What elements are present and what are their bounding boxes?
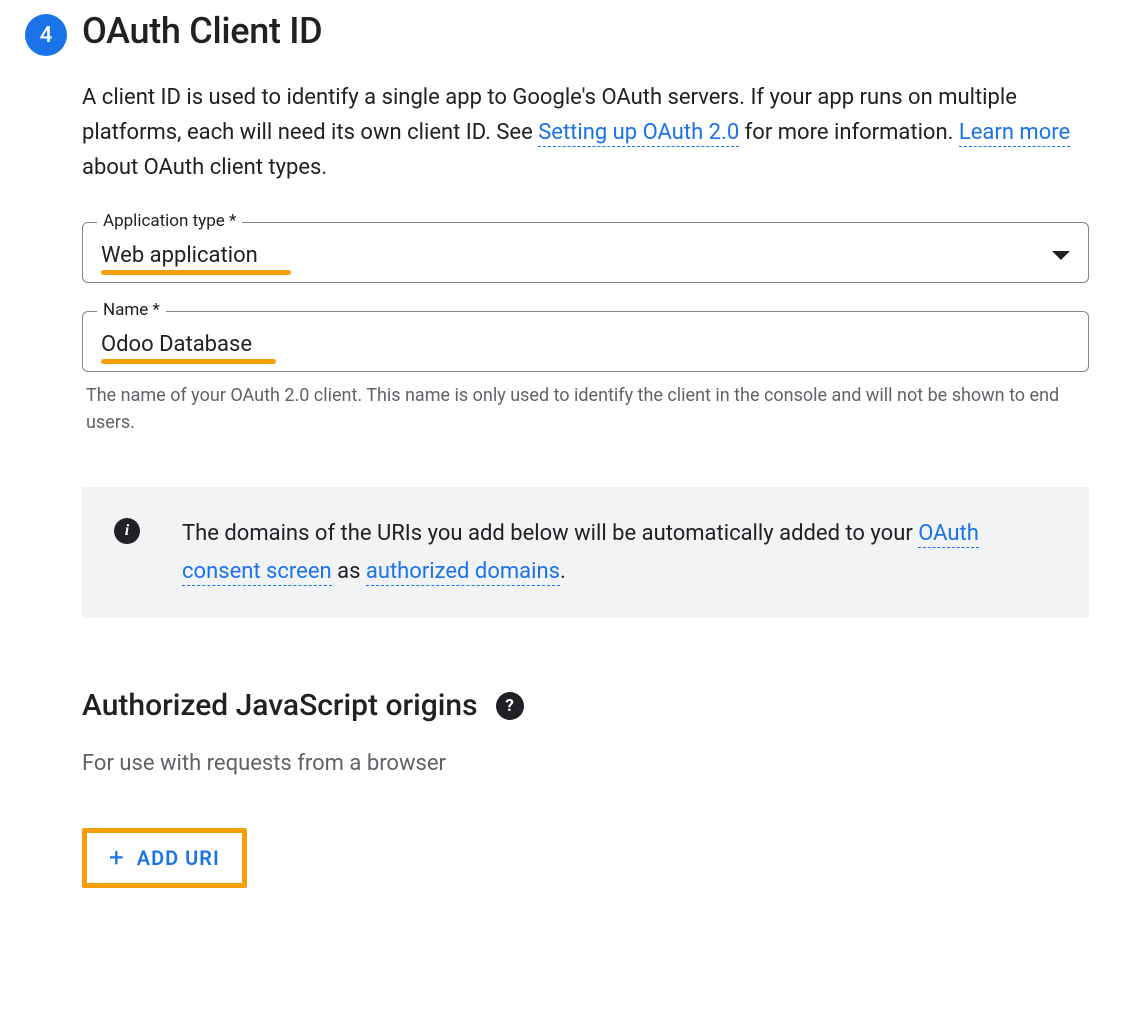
learn-more-link[interactable]: Learn more xyxy=(959,120,1070,147)
authorized-domains-link[interactable]: authorized domains xyxy=(366,559,560,586)
intro-text-3: about OAuth client types. xyxy=(82,155,327,180)
info-icon: i xyxy=(114,518,140,544)
highlight-underline xyxy=(101,270,291,275)
application-type-select[interactable]: Application type * Web application xyxy=(82,222,1089,283)
info-text-3: . xyxy=(560,559,566,584)
application-type-label: Application type * xyxy=(97,211,242,231)
step-number-badge: 4 xyxy=(25,14,67,56)
name-helper-text: The name of your OAuth 2.0 client. This … xyxy=(82,382,1089,438)
application-type-value: Web application xyxy=(101,243,258,268)
name-field-box: Name * xyxy=(82,311,1089,372)
name-input[interactable] xyxy=(101,332,1070,357)
info-text-1: The domains of the URIs you add below wi… xyxy=(182,521,918,546)
info-text-2: as xyxy=(332,559,366,584)
help-icon[interactable]: ? xyxy=(496,692,524,720)
plus-icon: + xyxy=(109,845,125,871)
add-uri-label: ADD URI xyxy=(137,846,220,870)
add-uri-button[interactable]: + ADD URI xyxy=(87,833,242,883)
setup-oauth-link[interactable]: Setting up OAuth 2.0 xyxy=(538,120,739,147)
highlight-underline xyxy=(101,359,276,364)
name-label: Name * xyxy=(97,300,166,320)
chevron-down-icon xyxy=(1052,251,1070,260)
js-origins-title: Authorized JavaScript origins xyxy=(82,688,478,723)
intro-paragraph: A client ID is used to identify a single… xyxy=(82,80,1089,186)
page-title: OAuth Client ID xyxy=(82,10,1089,52)
add-uri-highlight: + ADD URI xyxy=(82,828,247,888)
js-origins-subtext: For use with requests from a browser xyxy=(82,751,1089,776)
intro-text-2: for more information. xyxy=(739,120,959,145)
info-callout: i The domains of the URIs you add below … xyxy=(82,487,1089,618)
